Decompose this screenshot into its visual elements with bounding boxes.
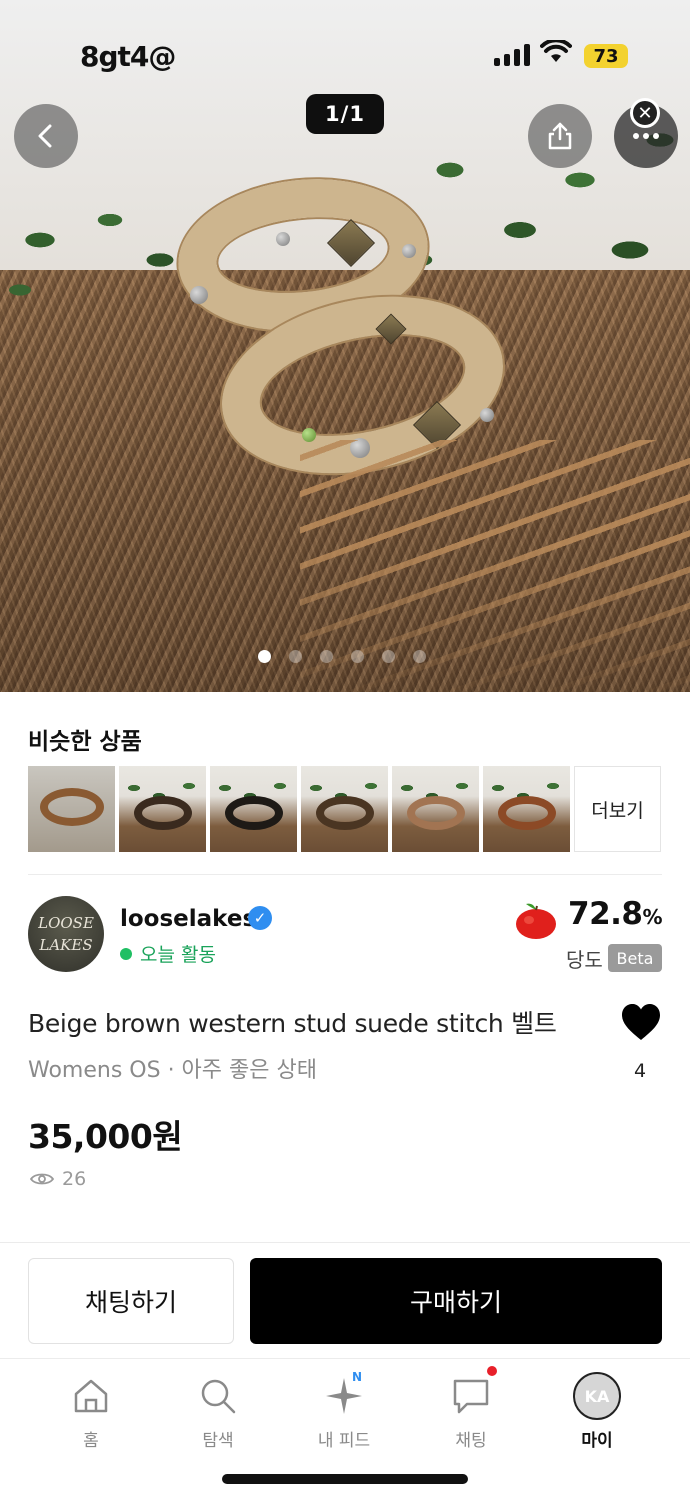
chevron-left-icon [38, 124, 52, 148]
chat-button[interactable]: 채팅하기 [28, 1258, 234, 1344]
score-label: 당도 [566, 948, 603, 972]
view-count: 26 [30, 1168, 86, 1190]
view-count-value: 26 [62, 1168, 87, 1190]
similar-item-thumb[interactable] [301, 766, 388, 852]
notification-dot [487, 1366, 497, 1376]
rivet [480, 408, 494, 422]
seller-name[interactable]: looselakes [120, 906, 256, 932]
tab-my-label: 마이 [581, 1431, 613, 1451]
tab-home[interactable]: 홈 [41, 1372, 141, 1452]
product-price: 35,000원 [28, 1117, 183, 1156]
similar-items-title: 비슷한 상품 [28, 729, 142, 755]
wifi-icon [540, 40, 572, 62]
seller-activity-label: 오늘 활동 [140, 944, 216, 966]
heart-icon[interactable] [620, 1002, 662, 1042]
chat-bubble-icon [447, 1366, 497, 1420]
tab-my[interactable]: KA 마이 [547, 1372, 647, 1452]
product-meta: Womens OS · 아주 좋은 상태 [28, 1058, 317, 1083]
eye-icon [30, 1173, 54, 1185]
pagination-dot [382, 650, 395, 663]
tabbar-divider [0, 1358, 690, 1359]
home-indicator [222, 1474, 468, 1484]
pagination-dot [289, 650, 302, 663]
belt-image [498, 796, 556, 830]
battery-level: 73 [593, 45, 619, 67]
seller-avatar[interactable]: LOOSE LAKES [28, 896, 104, 972]
pagination-dot-active [258, 650, 271, 663]
similar-item-thumb[interactable] [392, 766, 479, 852]
tab-my-feed-label: 내 피드 [317, 1431, 371, 1451]
like-count: 4 [634, 1060, 647, 1082]
tab-search-label: 탐색 [202, 1431, 234, 1451]
beta-badge: Beta [608, 944, 662, 972]
cellular-signal-icon [494, 44, 530, 66]
home-icon [67, 1372, 115, 1420]
similar-items-list: 더보기 [28, 766, 661, 852]
share-button[interactable] [528, 104, 592, 168]
section-divider [28, 874, 662, 875]
product-title: Beige brown western stud suede stitch 벨트 [28, 1009, 557, 1038]
buy-button[interactable]: 구매하기 [250, 1258, 662, 1344]
belt-image [407, 796, 465, 830]
avatar-text-line1: LOOSE [38, 914, 94, 932]
tab-search[interactable]: 탐색 [168, 1372, 268, 1452]
close-icon[interactable]: ✕ [630, 98, 660, 128]
similar-item-thumb[interactable] [210, 766, 297, 852]
tab-my-feed[interactable]: N 내 피드 [294, 1370, 394, 1452]
photo-counter: 1/1 [306, 94, 384, 134]
pagination-dot [351, 650, 364, 663]
see-more-button[interactable]: 더보기 [574, 766, 661, 852]
sweetness-score: 72.8% [568, 896, 663, 932]
belt-image [316, 796, 374, 830]
seller-activity: 오늘 활동 [120, 940, 216, 967]
pagination-dot [320, 650, 333, 663]
section-divider [0, 1242, 690, 1243]
similar-item-thumb[interactable] [119, 766, 206, 852]
sparkle-icon: N [320, 1370, 368, 1420]
tab-chat[interactable]: 채팅 [421, 1366, 521, 1452]
similar-item-thumb[interactable] [28, 766, 115, 852]
apple-icon [516, 903, 556, 939]
avatar-initials: KA [573, 1372, 621, 1420]
tab-chat-label: 채팅 [455, 1431, 487, 1451]
belt-image [134, 796, 192, 830]
avatar-text-line2: LAKES [39, 936, 93, 954]
rivet [402, 244, 416, 258]
belt-image [225, 796, 283, 830]
rivet [276, 232, 290, 246]
status-time: 8gt4@ [80, 40, 176, 73]
share-icon [548, 122, 572, 150]
belt-image [40, 788, 104, 826]
search-icon [194, 1372, 242, 1420]
rivet [190, 286, 208, 304]
tab-home-label: 홈 [83, 1431, 99, 1451]
online-dot-icon [120, 947, 132, 960]
more-dots-icon [633, 133, 659, 139]
score-unit: % [642, 905, 663, 929]
similar-item-thumb[interactable] [483, 766, 570, 852]
battery-indicator: 73 [584, 44, 628, 68]
back-button[interactable] [14, 104, 78, 168]
score-value: 72.8 [568, 896, 643, 932]
photo-pagination-dots [258, 650, 426, 663]
verified-badge-icon: ✓ [248, 906, 272, 930]
new-badge: N [352, 1370, 363, 1384]
pagination-dot [413, 650, 426, 663]
profile-avatar: KA [573, 1372, 621, 1420]
